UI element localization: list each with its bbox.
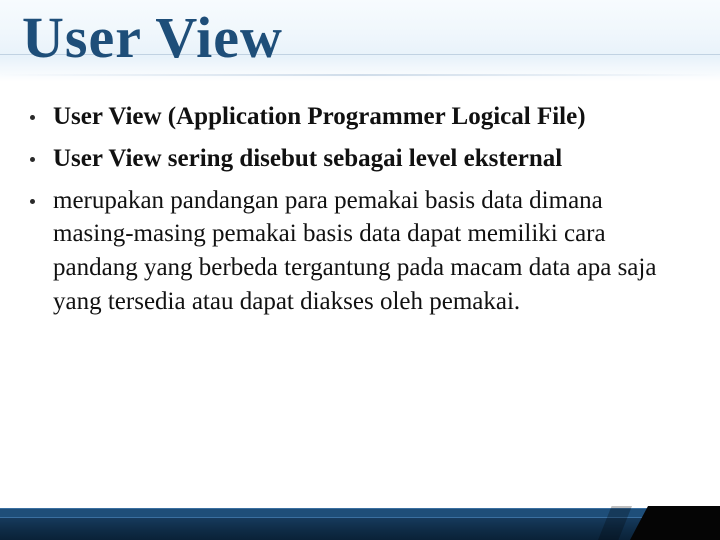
bullet-icon xyxy=(30,115,35,120)
bullet-icon xyxy=(30,199,35,204)
list-item: merupakan pandangan para pemakai basis d… xyxy=(28,184,688,319)
bullet-text: User View (Application Programmer Logica… xyxy=(53,100,586,134)
slide: User View User View (Application Program… xyxy=(0,0,720,540)
content-area: User View (Application Programmer Logica… xyxy=(28,100,688,327)
list-item: User View sering disebut sebagai level e… xyxy=(28,142,688,176)
page-title: User View xyxy=(22,4,283,71)
footer xyxy=(0,500,720,540)
bullet-text: merupakan pandangan para pemakai basis d… xyxy=(53,184,688,319)
header-line-bottom xyxy=(0,74,720,76)
list-item: User View (Application Programmer Logica… xyxy=(28,100,688,134)
bullet-text: User View sering disebut sebagai level e… xyxy=(53,142,562,176)
bullet-icon xyxy=(30,157,35,162)
